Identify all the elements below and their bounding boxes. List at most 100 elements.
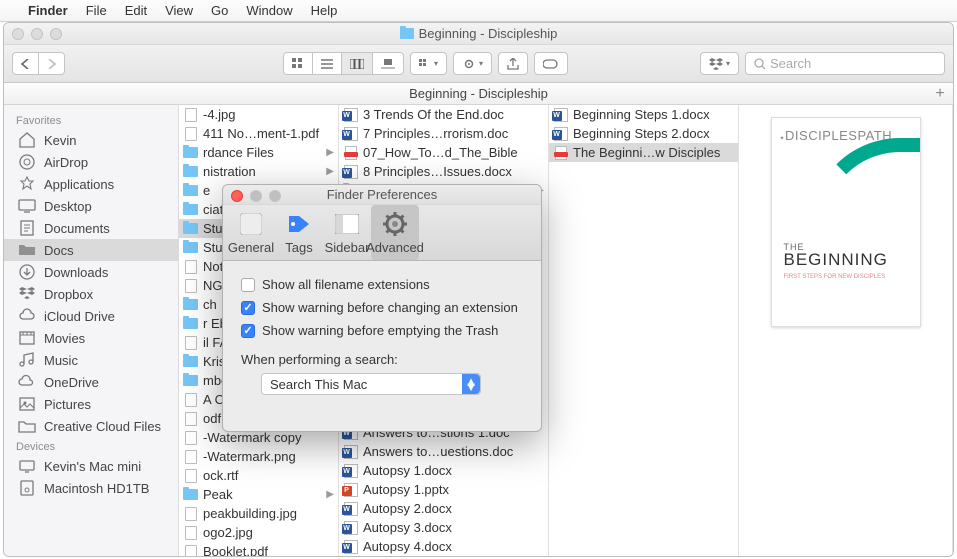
tab-bar: Beginning - Discipleship + [4,83,953,105]
icon-view-button[interactable] [283,52,313,75]
file-row[interactable]: 7 Principles…rrorism.doc [339,124,548,143]
sidebar-item-onedrive[interactable]: OneDrive [4,371,178,393]
file-row[interactable]: Beginning Steps 2.docx [549,124,738,143]
file-row[interactable]: 411 No…ment-1.pdf [179,124,338,143]
file-name: -4.jpg [203,107,236,122]
tags-button[interactable] [534,52,568,75]
doc-icon [183,393,198,407]
file-row[interactable]: The Beginni…w Disciples [549,143,738,162]
toolbar: ▾ ▾ ▾ Search [4,45,953,83]
file-name: Stu [203,240,223,255]
zoom-button[interactable] [50,28,62,40]
sidebar-item-documents[interactable]: Documents [4,217,178,239]
sidebar-item-downloads[interactable]: Downloads [4,261,178,283]
sidebar-item-music[interactable]: Music [4,349,178,371]
file-row[interactable]: -4.jpg [179,105,338,124]
file-row[interactable]: peakbuilding.jpg [179,504,338,523]
sidebar-item-kevin-s-mac-mini[interactable]: Kevin's Mac mini [4,455,178,477]
nav-buttons [12,52,65,75]
disk-icon [18,480,36,496]
file-row[interactable]: Booklet.pdf [179,542,338,556]
file-row[interactable]: Autopsy 2.docx [339,499,548,518]
sidebar-item-creative-cloud-files[interactable]: Creative Cloud Files [4,415,178,437]
search-scope-select[interactable]: Search This Mac ▲▼ [261,373,481,395]
column-view-button[interactable] [341,52,373,75]
forward-button[interactable] [38,52,65,75]
close-button[interactable] [12,28,24,40]
sidebar-item-label: Music [44,353,78,368]
prefs-zoom-button[interactable] [269,190,281,202]
sidebar-item-icloud-drive[interactable]: iCloud Drive [4,305,178,327]
file-row[interactable]: ock.rtf [179,466,338,485]
sidebar-item-label: Kevin [44,133,77,148]
dropbox-button[interactable]: ▾ [700,52,739,75]
file-row[interactable]: Answers to…uestions.doc [339,442,548,461]
back-button[interactable] [12,52,39,75]
sidebar-item-airdrop[interactable]: AirDrop [4,151,178,173]
sidebar: Favorites Kevin AirDropApplications Desktop… [4,105,179,556]
file-row[interactable]: Autopsy 1.pptx [339,480,548,499]
share-button[interactable] [498,52,528,75]
app-menu[interactable]: Finder [28,3,68,18]
file-row[interactable]: Autopsy 1.docx [339,461,548,480]
sidebar-item-pictures[interactable]: Pictures [4,393,178,415]
menu-go[interactable]: Go [211,3,228,18]
file-row[interactable]: 07_How_To…d_The_Bible [339,143,548,162]
menu-file[interactable]: File [86,3,107,18]
checkbox-warn-trash[interactable]: ✓ Show warning before emptying the Trash [241,323,523,338]
file-row[interactable]: -Watermark.png [179,447,338,466]
file-name: ogo2.jpg [203,525,253,540]
arrange-button[interactable]: ▾ [410,52,447,75]
menu-edit[interactable]: Edit [125,3,147,18]
word-icon [343,445,358,459]
sidebar-item-dropbox[interactable]: Dropbox [4,283,178,305]
search-field[interactable]: Search [745,52,945,75]
list-view-button[interactable] [312,52,342,75]
prefs-minimize-button[interactable] [250,190,262,202]
sidebar-item-label: Downloads [44,265,108,280]
prefs-tab-sidebar[interactable]: Sidebar [323,205,371,260]
doc-icon [183,127,198,141]
doc-icon [183,336,198,350]
prefs-tab-tags[interactable]: Tags [275,205,323,260]
pdf-icon [553,146,568,160]
menu-window[interactable]: Window [246,3,292,18]
action-button[interactable]: ▾ [453,52,492,75]
prefs-tab-advanced[interactable]: Advanced [371,205,419,260]
file-row[interactable]: Peak▶ [179,485,338,504]
music-icon [18,352,36,368]
prefs-tab-general[interactable]: General [227,205,275,260]
file-row[interactable]: 3 Trends Of the End.doc [339,105,548,124]
column-3[interactable]: Beginning Steps 1.docxBeginning Steps 2.… [549,105,739,556]
word-icon [343,127,358,141]
coverflow-view-button[interactable] [372,52,404,75]
checkbox-show-extensions[interactable]: Show all filename extensions [241,277,523,292]
prefs-close-button[interactable] [231,190,243,202]
menu-view[interactable]: View [165,3,193,18]
file-row[interactable]: ogo2.jpg [179,523,338,542]
file-row[interactable]: Autopsy 3.docx [339,518,548,537]
sidebar-header: Favorites [4,111,178,129]
sidebar-item-desktop[interactable]: Desktop [4,195,178,217]
checkbox-icon [241,278,255,292]
sidebar-item-movies[interactable]: Movies [4,327,178,349]
preview-title: BEGINNING [784,250,888,270]
file-row[interactable]: rdance Files▶ [179,143,338,162]
checkbox-warn-extension[interactable]: ✓ Show warning before changing an extens… [241,300,523,315]
new-tab-button[interactable]: + [931,85,949,103]
file-row[interactable]: 8 Principles…Issues.docx [339,162,548,181]
file-row[interactable]: Autopsy 4.docx [339,537,548,556]
minimize-button[interactable] [31,28,43,40]
sidebar-item-macintosh-hd1tb[interactable]: Macintosh HD1TB [4,477,178,499]
sidebar-item-label: Desktop [44,199,92,214]
sidebar-item-applications[interactable]: Applications [4,173,178,195]
tab-label[interactable]: Beginning - Discipleship [409,86,548,101]
pictures-icon [18,396,36,412]
file-name: peakbuilding.jpg [203,506,297,521]
file-row[interactable]: Beginning Steps 1.docx [549,105,738,124]
sidebar-item-kevin[interactable]: Kevin [4,129,178,151]
sidebar-item-docs[interactable]: Docs [4,239,178,261]
file-name: Booklet.pdf [203,544,268,556]
file-row[interactable]: nistration▶ [179,162,338,181]
menu-help[interactable]: Help [311,3,338,18]
